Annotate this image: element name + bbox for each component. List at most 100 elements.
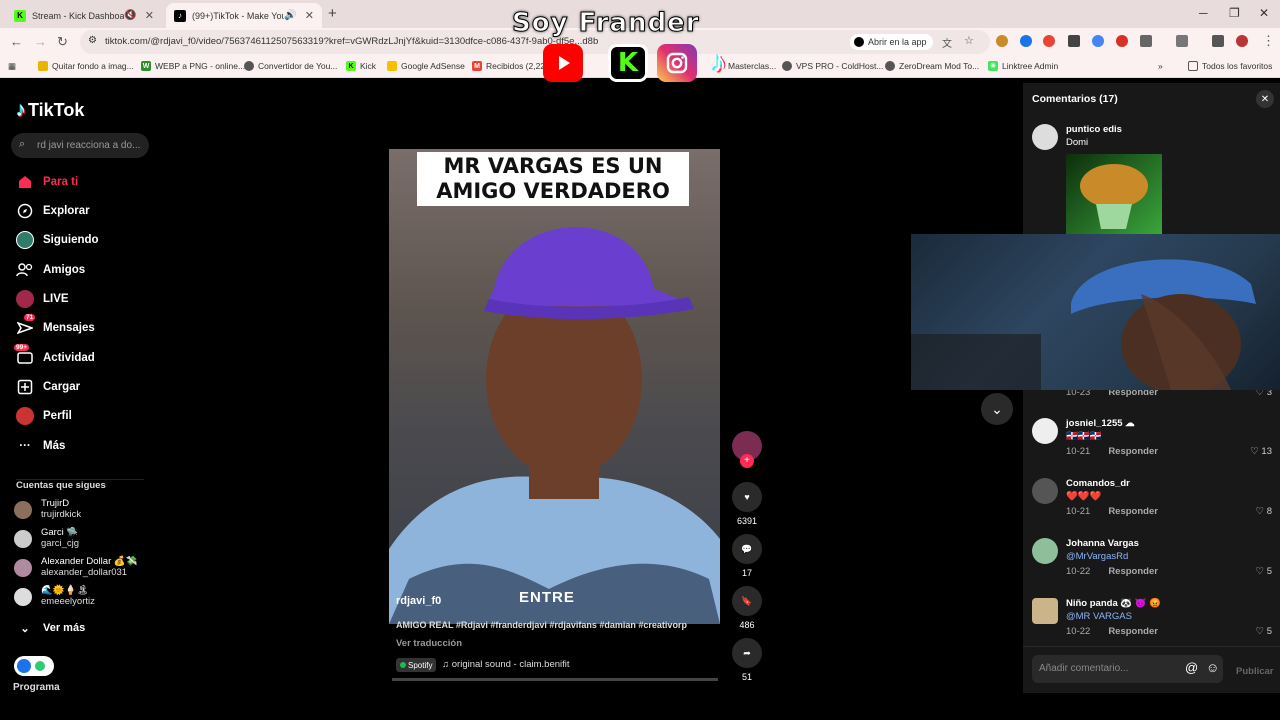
spotify-label: Spotify: [408, 660, 433, 670]
avatar[interactable]: [1032, 598, 1058, 624]
cast-icon[interactable]: [1176, 35, 1188, 47]
nav-mensajes[interactable]: 71 Mensajes: [16, 314, 95, 337]
nav-live[interactable]: LIVE: [16, 290, 69, 308]
avatar[interactable]: [1032, 538, 1058, 564]
nav-mas[interactable]: ··· Más: [16, 437, 65, 455]
video-progress-bar[interactable]: [392, 678, 718, 681]
following-account[interactable]: Alexander Dollar 💰💸 alexander_dollar031: [14, 556, 138, 578]
bookmark-item[interactable]: Google AdSense: [387, 61, 465, 71]
avatar[interactable]: [1032, 418, 1058, 444]
site-info-icon[interactable]: ⚙: [88, 35, 97, 46]
bookmark-item[interactable]: Quitar fondo a imag...: [38, 61, 134, 71]
extension-icon[interactable]: [1092, 35, 1104, 47]
close-tab-icon[interactable]: ✕: [305, 9, 314, 22]
following-account[interactable]: TrujirD trujirdkick: [14, 498, 81, 520]
extension-icon[interactable]: [1116, 35, 1128, 47]
comment-input[interactable]: Añadir comentario... @ ☺: [1032, 655, 1223, 683]
tiktok-app-icon: [854, 37, 864, 47]
nav-para-ti[interactable]: Para ti: [16, 173, 78, 191]
extension-icon[interactable]: [1043, 35, 1055, 47]
more-bookmarks-icon[interactable]: »: [1158, 61, 1163, 71]
spotify-button[interactable]: Spotify: [396, 658, 437, 672]
bookmark-item[interactable]: ZeroDream Mod To...: [885, 61, 979, 71]
following-account[interactable]: Garci 🛸 garci_cjg: [14, 527, 79, 549]
back-arrow-icon[interactable]: ←: [10, 34, 23, 49]
apps-grid-icon[interactable]: ▦: [8, 61, 16, 72]
like-button[interactable]: ♥ 6391: [731, 482, 763, 526]
share-button[interactable]: ➦ 51: [731, 638, 763, 682]
profile-avatar-icon[interactable]: [1236, 35, 1248, 47]
search-bar[interactable]: ⌕ rd javi reacciona a do...: [11, 133, 149, 158]
reload-icon[interactable]: ↻: [57, 34, 68, 50]
restore-button[interactable]: ❐: [1229, 6, 1240, 20]
comment-author[interactable]: Comandos_dr: [1066, 478, 1130, 489]
speaker-icon[interactable]: 🔊: [284, 10, 296, 21]
kebab-menu-icon[interactable]: ⋮: [1262, 33, 1275, 49]
reply-button[interactable]: Responder: [1108, 626, 1158, 637]
comment-author[interactable]: puntico edis: [1066, 124, 1122, 135]
sound-link[interactable]: ♫ original sound - claim.benifit: [442, 659, 570, 670]
tab-kick-dashboard[interactable]: K Stream - Kick Dashboard 🔇 ✕: [6, 3, 162, 28]
bookmark-item[interactable]: ✳ Linktree Admin: [988, 61, 1058, 71]
bookmark-item[interactable]: Convertidor de You...: [244, 61, 337, 71]
close-window-button[interactable]: ✕: [1259, 6, 1269, 20]
program-toggle[interactable]: [14, 656, 54, 676]
heart-outline-icon[interactable]: ♡: [1250, 446, 1259, 457]
bookmark-star-icon[interactable]: ☆: [964, 34, 974, 47]
close-tab-icon[interactable]: ✕: [145, 9, 154, 22]
all-bookmarks-folder[interactable]: Todos los favoritos: [1188, 61, 1272, 71]
bookmark-item[interactable]: W WEBP a PNG - online...: [141, 61, 245, 71]
bookmark-item[interactable]: K Kick: [346, 61, 376, 71]
forward-arrow-icon[interactable]: →: [34, 34, 47, 49]
bookmark-item[interactable]: VPS PRO - ColdHost...: [782, 61, 883, 71]
avatar[interactable]: [1032, 478, 1058, 504]
new-tab-button[interactable]: +: [328, 5, 337, 22]
muted-speaker-icon[interactable]: 🔇: [124, 10, 136, 21]
see-more-link[interactable]: ⌄ Ver más: [16, 619, 85, 637]
heart-outline-icon[interactable]: ♡: [1256, 566, 1265, 577]
save-button[interactable]: 🔖 486: [731, 586, 763, 630]
nav-cargar[interactable]: Cargar: [16, 378, 80, 396]
author-avatar-button[interactable]: +: [731, 431, 763, 468]
next-video-button[interactable]: ⌄: [981, 393, 1013, 425]
comment-mention[interactable]: @MR VARGAS: [1066, 611, 1132, 622]
nav-actividad[interactable]: 99+ Actividad: [14, 344, 95, 367]
comment-image[interactable]: [1066, 154, 1162, 234]
see-translation-link[interactable]: Ver traducción: [396, 638, 462, 649]
video-author[interactable]: rdjavi_f0: [396, 595, 441, 607]
extension-icon[interactable]: [996, 35, 1008, 47]
nav-explorar[interactable]: Explorar: [16, 202, 90, 220]
account-username: garci_cjg: [41, 538, 80, 549]
comment-mention[interactable]: @MrVargasRd: [1066, 551, 1128, 562]
comment-button[interactable]: 💬 17: [731, 534, 763, 578]
comment-author[interactable]: Johanna Vargas: [1066, 538, 1139, 549]
extension-icon[interactable]: [1020, 35, 1032, 47]
heart-outline-icon[interactable]: ♡: [1256, 506, 1265, 517]
reply-button[interactable]: Responder: [1108, 506, 1158, 517]
nav-siguiendo[interactable]: Siguiendo: [16, 231, 99, 249]
comment-author[interactable]: josniel_1255 ☁: [1066, 418, 1135, 429]
tiktok-logo[interactable]: ♪ TikTok: [16, 99, 84, 122]
tab-tiktok[interactable]: ♪ (99+)TikTok - Make Your Day 🔊 ✕: [166, 3, 322, 28]
close-icon[interactable]: ✕: [1256, 90, 1274, 108]
nav-amigos[interactable]: Amigos: [16, 261, 85, 279]
publish-button[interactable]: Publicar: [1236, 666, 1274, 677]
extensions-puzzle-icon[interactable]: [1140, 35, 1152, 47]
reply-button[interactable]: Responder: [1108, 566, 1158, 577]
mention-at-icon[interactable]: @: [1185, 660, 1198, 675]
comment-author[interactable]: Niño panda 🐼 😈 😡: [1066, 598, 1161, 609]
menu-list-icon[interactable]: [1212, 35, 1224, 47]
open-in-app-button[interactable]: Abrir en la app: [850, 34, 933, 50]
heart-outline-icon[interactable]: ♡: [1256, 626, 1265, 637]
minimize-button[interactable]: ─: [1199, 6, 1208, 20]
nav-perfil[interactable]: Perfil: [16, 407, 72, 425]
emoji-icon[interactable]: ☺: [1206, 660, 1219, 675]
extension-icon[interactable]: [1068, 35, 1080, 47]
translate-icon[interactable]: 文: [942, 35, 952, 50]
video-player[interactable]: MR VARGAS ES UN AMIGO VERDADERO ENTRE rd…: [389, 149, 720, 624]
reply-button[interactable]: Responder: [1108, 446, 1158, 457]
follow-plus-icon[interactable]: +: [740, 454, 754, 468]
avatar[interactable]: [1032, 124, 1058, 150]
following-account[interactable]: 🌊🌞🍦🏝 emeeelyortiz: [14, 585, 95, 607]
nav-label: LIVE: [43, 293, 69, 305]
